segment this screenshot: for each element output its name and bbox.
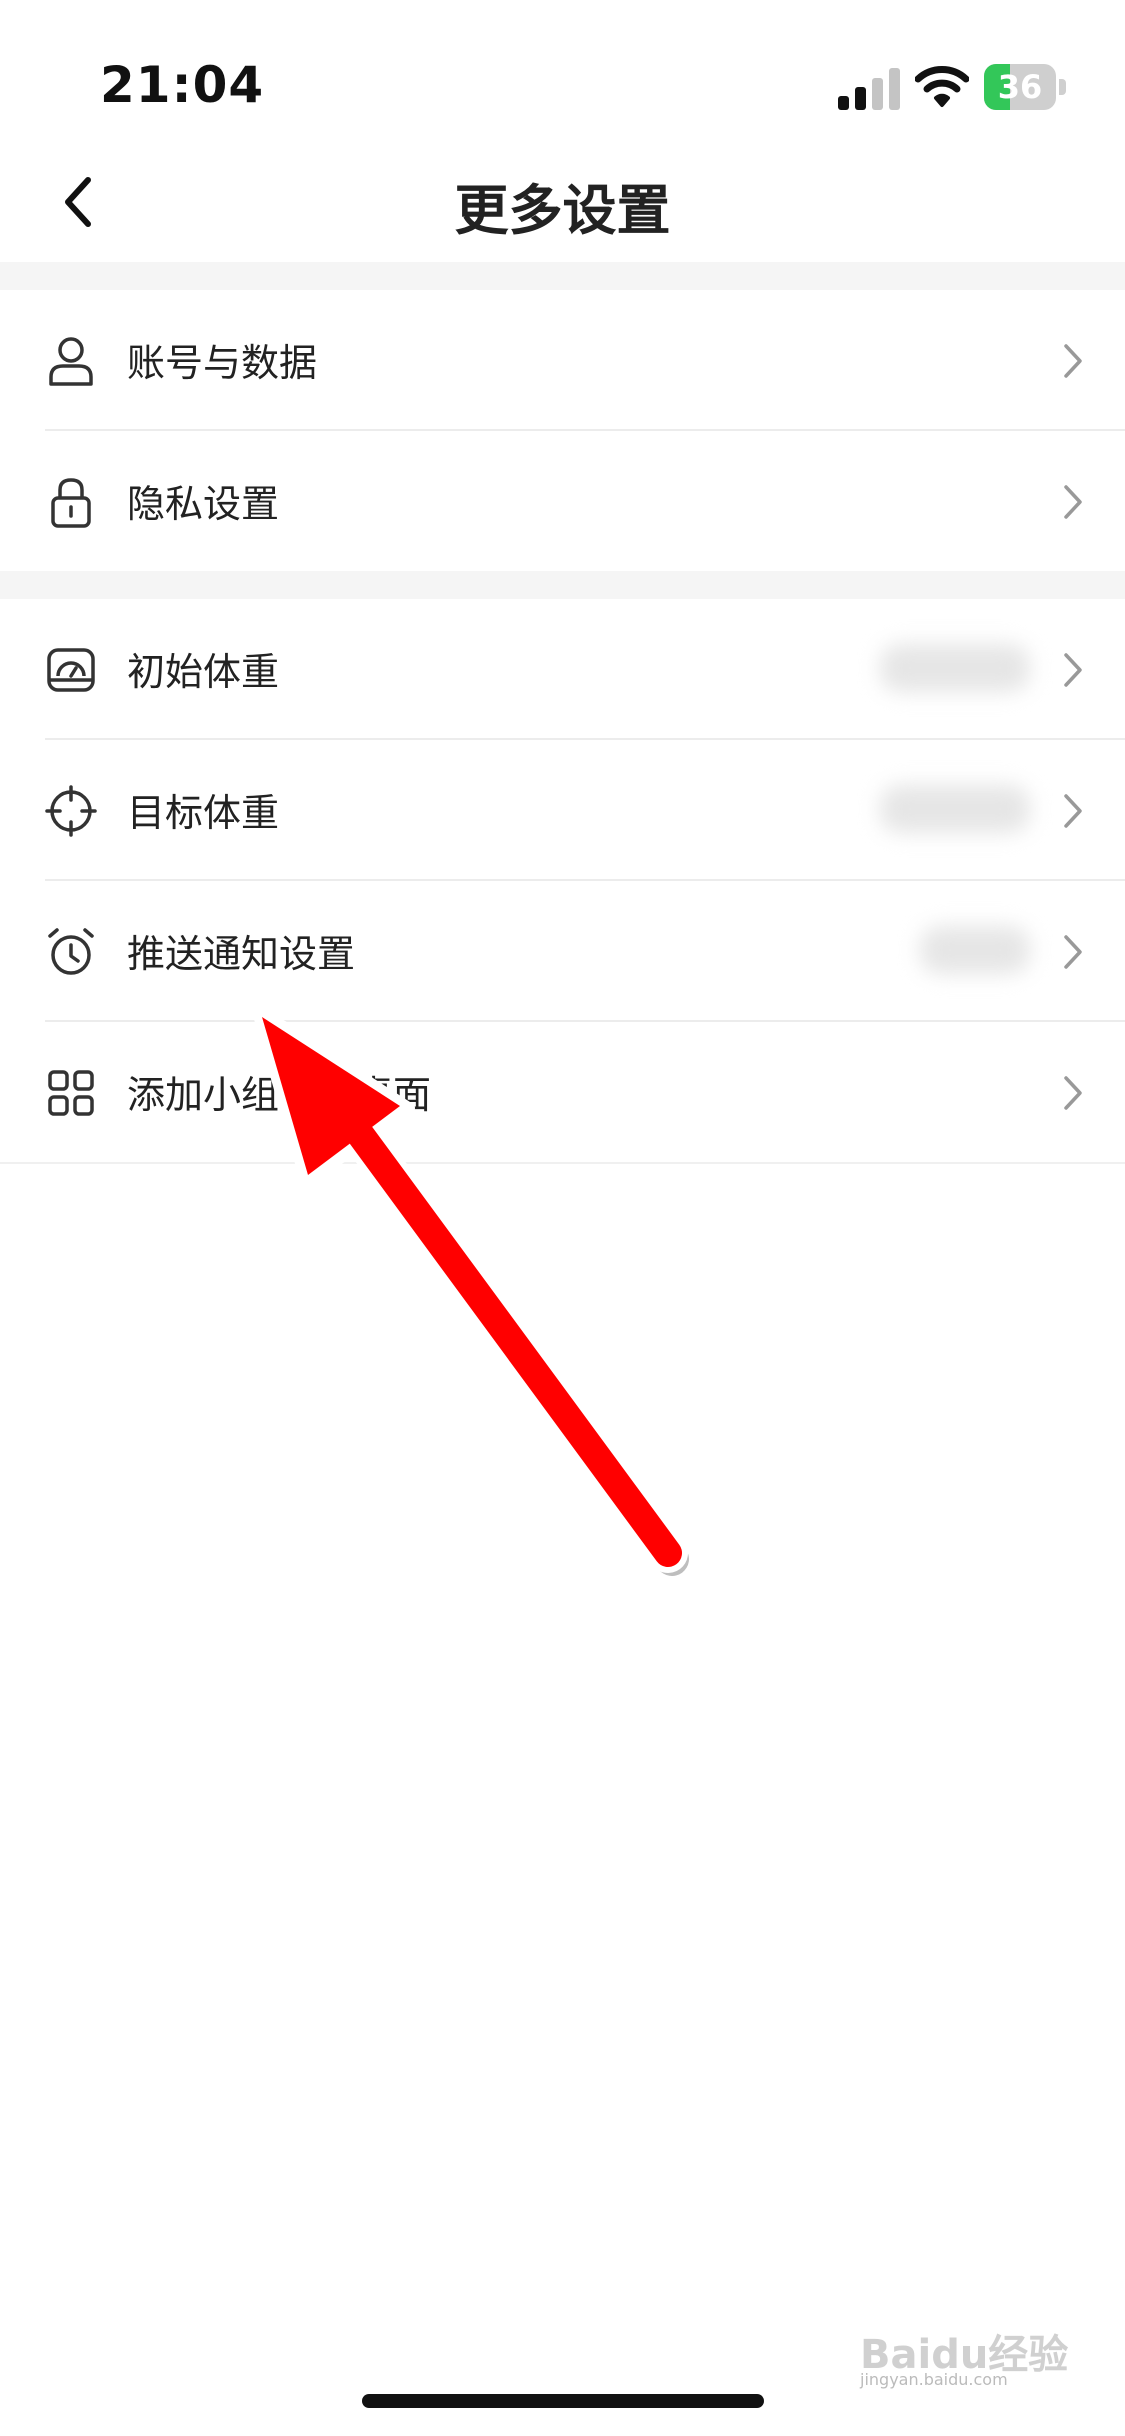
- section-separator: [0, 262, 1125, 290]
- target-icon: [45, 785, 97, 837]
- settings-item-label: 添加小组件到桌面: [127, 1073, 432, 1117]
- chevron-right-icon: [1064, 935, 1082, 969]
- blurred-value: [880, 644, 1030, 692]
- chevron-right-icon: [1064, 344, 1082, 378]
- chevron-right-icon: [1064, 794, 1082, 828]
- settings-item-add-widget[interactable]: 添加小组件到桌面: [0, 1022, 1125, 1162]
- navigation-bar: 更多设置: [0, 150, 1125, 260]
- alarm-clock-icon: [48, 928, 94, 975]
- chevron-right-icon: [1064, 485, 1082, 519]
- chevron-right-icon: [1064, 653, 1082, 687]
- settings-item-label: 初始体重: [127, 650, 280, 694]
- battery-icon: 36: [984, 64, 1066, 110]
- settings-item-push-notifications[interactable]: 推送通知设置: [0, 881, 1125, 1021]
- wifi-icon: [915, 66, 969, 107]
- cellular-signal-icon: [838, 68, 900, 110]
- settings-item-label: 目标体重: [127, 791, 280, 835]
- settings-item-initial-weight[interactable]: 初始体重: [0, 599, 1125, 739]
- settings-item-privacy[interactable]: 隐私设置: [0, 431, 1125, 571]
- blurred-value: [880, 785, 1030, 833]
- page-title: 更多设置: [454, 179, 671, 242]
- status-bar: 21:04 36: [0, 0, 1125, 150]
- lock-icon: [51, 478, 91, 528]
- user-icon: [49, 337, 93, 386]
- settings-item-account-data[interactable]: 账号与数据: [0, 290, 1125, 430]
- watermark-logo: Baidu经验 jingyan.baidu.com: [860, 2332, 1069, 2389]
- chevron-right-icon: [1064, 1076, 1082, 1110]
- home-indicator[interactable]: [362, 2394, 764, 2408]
- settings-item-target-weight[interactable]: 目标体重: [0, 740, 1125, 880]
- divider: [0, 1162, 1125, 1164]
- battery-percent: 36: [997, 68, 1043, 106]
- section-separator: [0, 571, 1125, 599]
- grid-icon: [48, 1070, 94, 1116]
- settings-item-label: 推送通知设置: [127, 932, 356, 976]
- scale-icon: [47, 648, 95, 692]
- status-time: 21:04: [100, 56, 265, 114]
- blurred-value: [920, 926, 1030, 974]
- settings-item-label: 账号与数据: [127, 341, 318, 385]
- settings-item-label: 隐私设置: [127, 482, 280, 526]
